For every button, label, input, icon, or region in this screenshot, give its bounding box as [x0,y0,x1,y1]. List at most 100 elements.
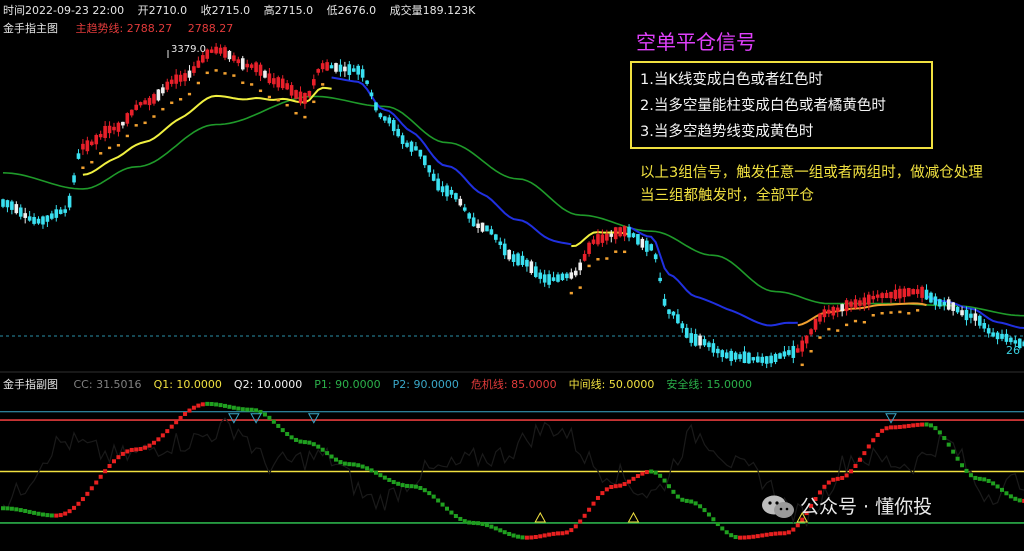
energy-mark-54 [241,81,245,84]
energy-mark-138 [614,250,618,253]
osc-dot-140 [622,482,627,487]
energy-mark-186 [827,327,831,331]
candle-body-109 [485,225,489,232]
osc-dot-126 [560,531,565,536]
osc-dot-117 [520,535,525,540]
energy-mark-56 [250,83,254,86]
candle-body-193 [858,300,862,306]
osc-dot-42 [187,408,192,413]
osc-dot-80 [356,463,361,468]
candle-body-25 [112,126,116,131]
candle-body-150 [667,309,671,314]
sub-param-2: Q2: 10.0000 [233,378,303,391]
signal-panel-title: 空单平仓信号 [636,30,756,54]
candle-body-205 [911,289,915,295]
candle-body-215 [955,306,960,313]
osc-dot-71 [316,444,321,449]
candle-body-100 [445,185,449,197]
osc-dot-155 [689,499,694,504]
osc-dot-127 [564,530,569,535]
candle-body-42 [187,70,192,78]
osc-dot-55 [245,407,250,412]
osc-dot-21 [94,480,99,485]
top-signal-2 [307,413,320,424]
trend-line-label: 主趋势线: 2788.27 [75,22,173,35]
osc-dot-227 [1008,494,1013,499]
osc-dot-18 [80,497,85,502]
candle-body-165 [733,352,738,360]
osc-dot-141 [627,479,632,484]
candle-body-134 [596,234,600,245]
candle-body-200 [889,291,893,299]
osc-dot-204 [906,423,911,428]
osc-dot-159 [706,512,711,517]
candle-body-62 [276,77,281,88]
osc-dot-149 [662,478,667,483]
candle-body-147 [653,254,658,260]
candle-body-223 [991,332,995,337]
osc-dot-161 [715,522,720,527]
quote-time: 时间2022-09-23 22:00 [3,4,125,17]
osc-dot-77 [342,461,347,466]
candle-body-201 [893,289,898,299]
osc-dot-56 [249,407,254,412]
energy-mark-48 [214,69,218,72]
osc-dot-124 [551,531,556,536]
candle-body-174 [773,353,778,363]
candle-body-89 [396,128,400,137]
sub-indicator-bar[interactable]: 金手指副图 CC: 31.5016 Q1: 10.0000 Q2: 10.0000 P… [3,378,776,391]
candle-body-176 [782,351,787,357]
osc-dot-31 [138,447,143,452]
candle-body-33 [147,97,152,106]
sub-indicator-name[interactable]: 金手指副图 [3,378,58,391]
condition-1: 1.当K线变成白色或者红色时 [640,72,823,88]
osc-dot-103 [458,516,463,521]
candle-body-212 [942,301,947,306]
osc-dot-165 [733,535,738,540]
osc-dot-69 [307,440,312,445]
candle-body-216 [960,310,964,316]
osc-dot-46 [205,401,210,406]
bottom-signal-0 [534,511,547,523]
osc-dot-224 [995,484,1000,489]
candle-body-157 [698,335,702,346]
candle-body-180 [800,340,804,352]
osc-dot-217 [964,468,969,473]
osc-dot-65 [289,435,294,440]
osc-dot-169 [751,534,756,539]
osc-dot-22 [98,474,103,479]
candle-body-97 [431,173,436,181]
candle-body-169 [751,357,756,361]
osc-dot-110 [489,524,494,529]
osc-dot-130 [578,519,583,524]
trend-line-seg-4 [628,226,798,327]
energy-mark-140 [623,250,627,254]
osc-dot-35 [156,437,161,442]
candle-body-185 [822,309,827,318]
candle-body-55 [245,63,249,68]
candle-body-41 [183,73,187,82]
osc-dot-225 [1000,487,1004,492]
osc-dot-66 [294,437,299,442]
candle-body-14 [63,209,67,213]
candle-body-4 [18,207,23,217]
main-indicator-name[interactable]: 金手指主图 [3,22,58,35]
candle-body-45 [201,55,205,63]
energy-mark-72 [321,83,325,86]
osc-dot-75 [334,457,338,462]
candle-body-44 [196,60,201,68]
candle-body-116 [516,253,520,266]
osc-dot-199 [884,426,889,431]
energy-mark-190 [845,323,849,327]
candle-body-28 [125,113,130,124]
osc-dot-136 [604,487,609,492]
osc-dot-96 [427,491,432,496]
osc-dot-72 [320,447,325,452]
candle-body-3 [14,204,19,214]
osc-dot-52 [231,405,236,410]
main-indicator-bar[interactable]: 金手指主图 主趋势线: 2788.27 2788.27 [3,22,245,35]
quote-low: 低2676.0 [326,4,377,17]
osc-dot-143 [635,474,640,479]
osc-dot-4 [18,508,23,513]
candle-body-20 [90,141,94,145]
